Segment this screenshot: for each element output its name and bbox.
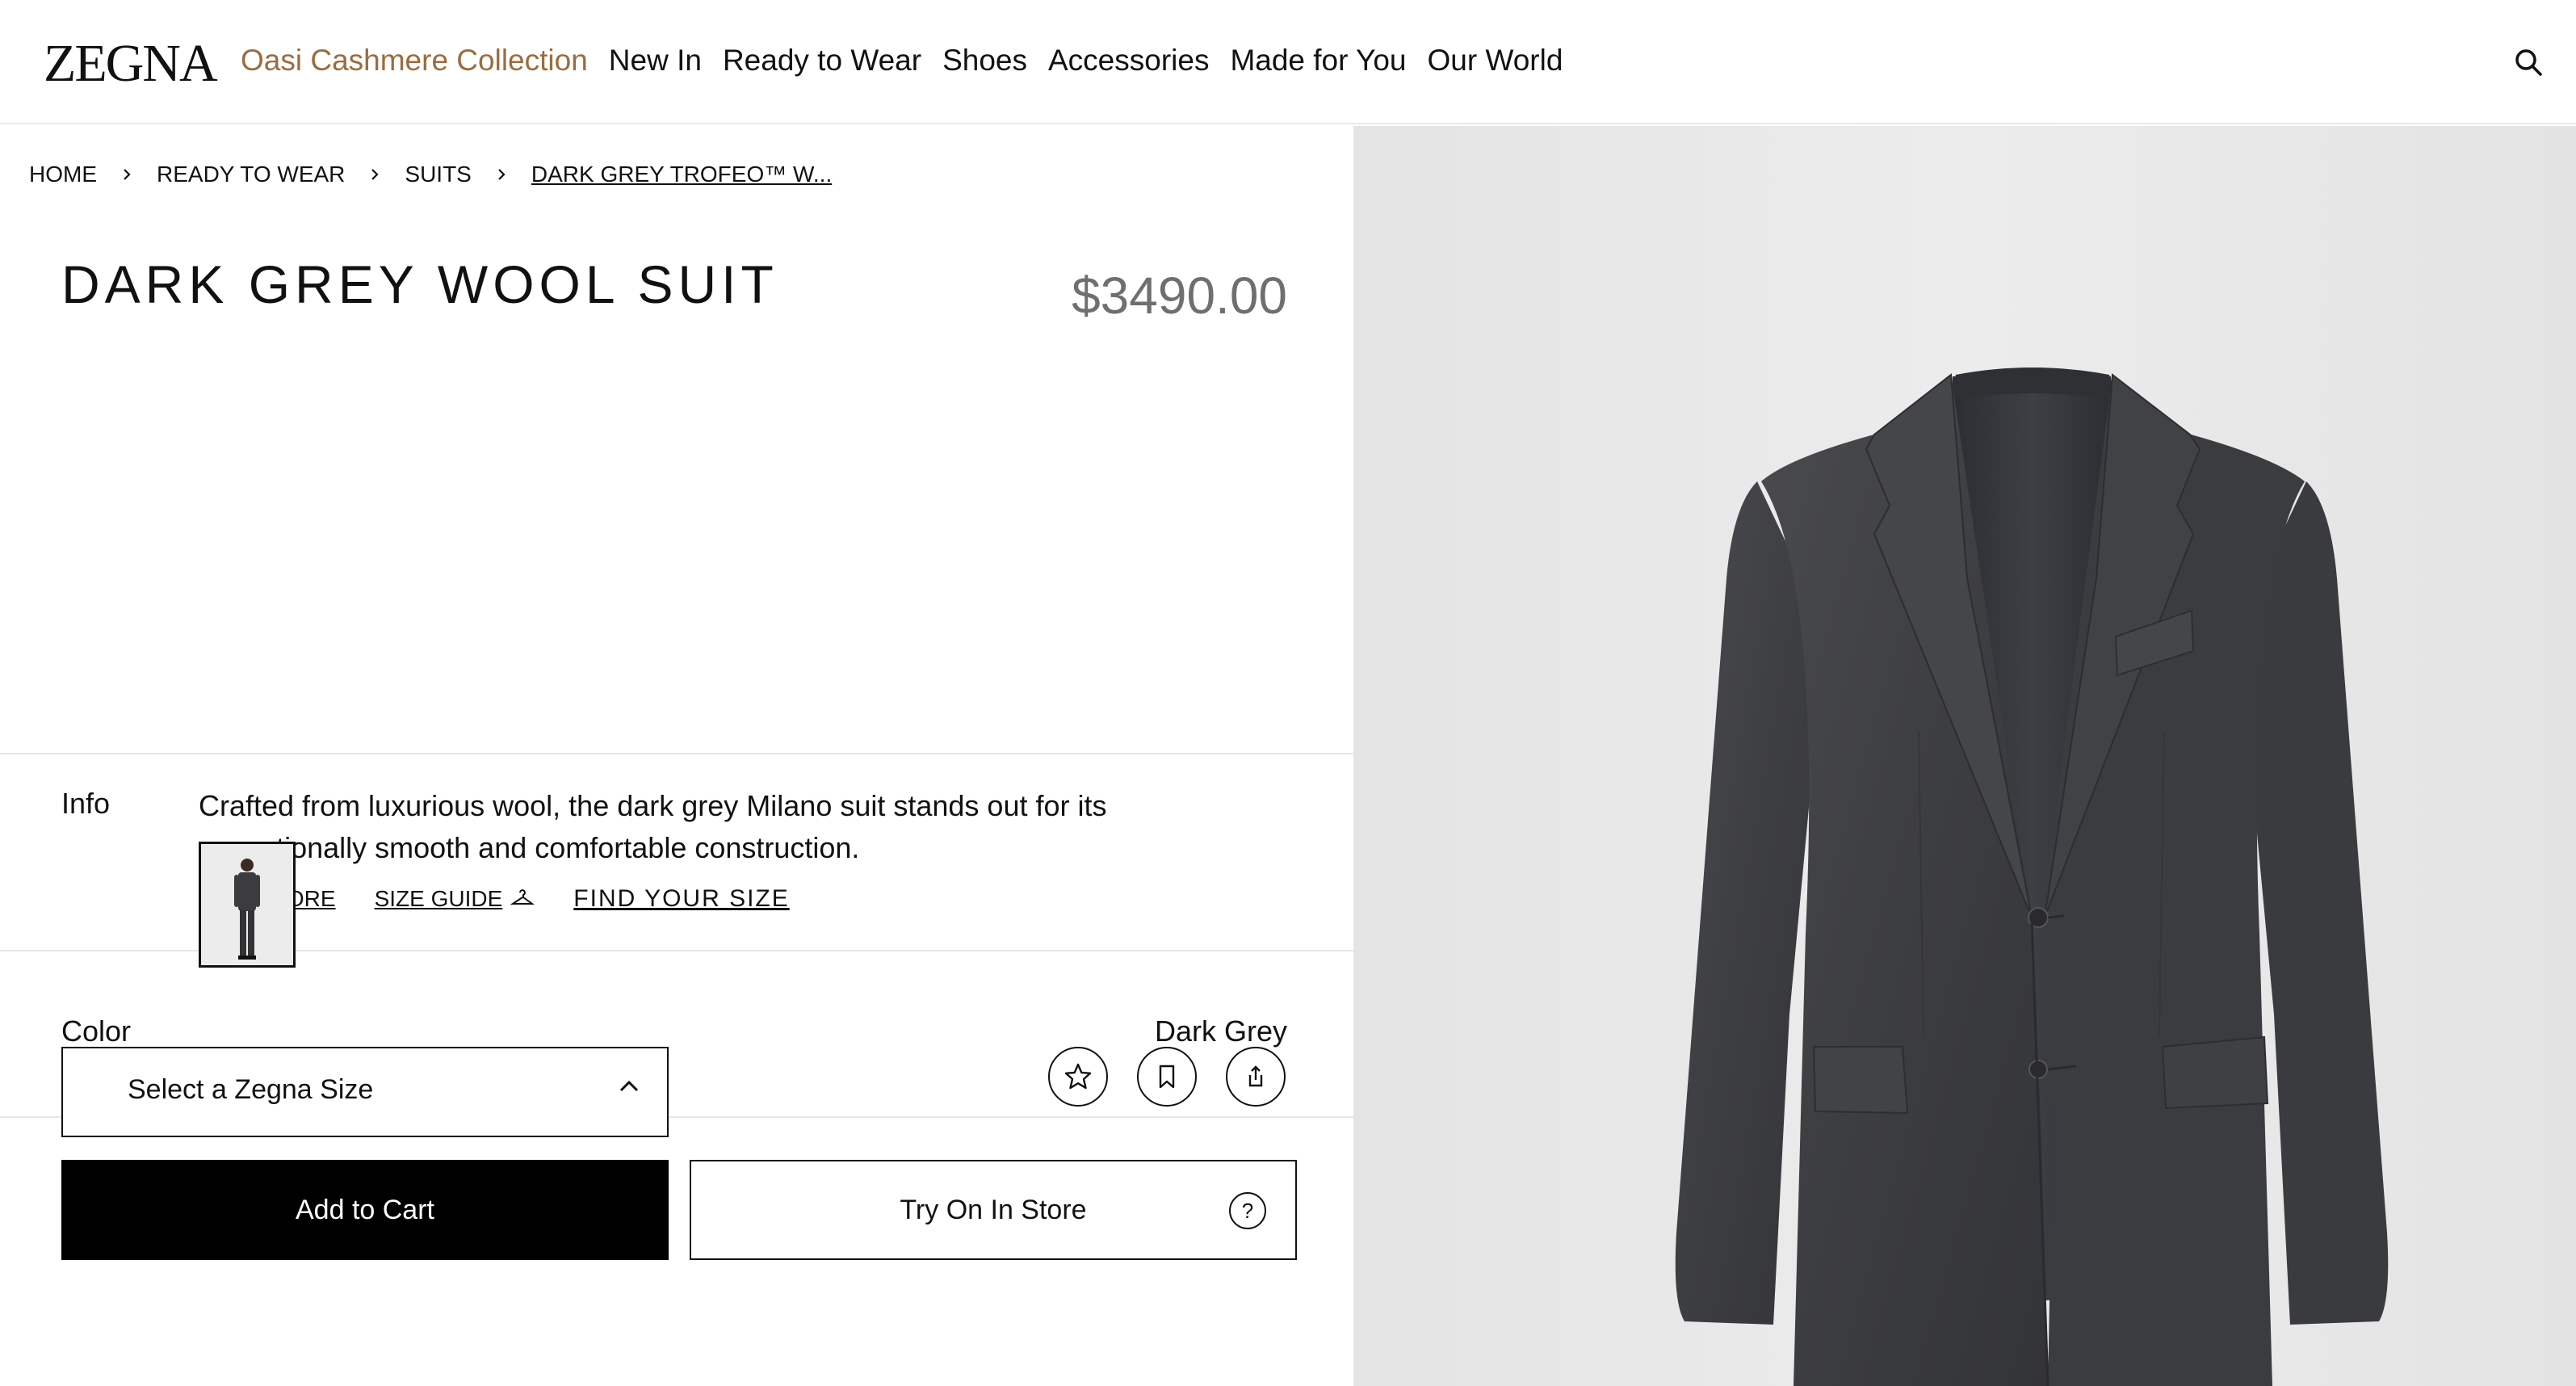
suit-jacket-image [1353, 126, 2576, 1386]
breadcrumb-current[interactable]: DARK GREY TROFEO™ W... [531, 162, 832, 187]
breadcrumb-home[interactable]: HOME [29, 162, 97, 187]
chevron-right-icon [472, 166, 531, 183]
divider [0, 753, 1353, 754]
hanger-icon [510, 887, 535, 912]
size-select[interactable]: Select a Zegna Size [61, 1047, 669, 1137]
nav-our-world[interactable]: Our World [1428, 40, 1563, 81]
breadcrumb-ready-to-wear[interactable]: READY TO WEAR [157, 162, 345, 187]
size-guide[interactable]: SIZE GUIDE [375, 886, 535, 912]
chevron-right-icon [345, 166, 405, 183]
search-icon[interactable] [2511, 45, 2547, 81]
nav-new-in[interactable]: New In [609, 40, 702, 81]
nav-ready-to-wear[interactable]: Ready to Wear [723, 40, 921, 81]
color-label: Color [61, 1014, 132, 1048]
save-button[interactable] [1137, 1047, 1197, 1107]
info-label: Info [61, 787, 111, 820]
favorite-button[interactable] [1048, 1047, 1108, 1107]
breadcrumb-suits[interactable]: SUITS [405, 162, 471, 187]
bookmark-icon [1159, 1065, 1175, 1089]
product-image[interactable] [1353, 126, 2576, 1386]
color-swatch-dark-grey[interactable] [199, 842, 296, 968]
nav-oasi-cashmere[interactable]: Oasi Cashmere Collection [241, 40, 588, 81]
add-to-cart-button[interactable]: Add to Cart [61, 1160, 669, 1260]
share-button[interactable] [1226, 1047, 1286, 1107]
share-icon [1248, 1065, 1263, 1087]
chevron-right-icon [97, 166, 157, 183]
chevron-up-icon [619, 1079, 640, 1098]
find-your-size-link[interactable]: FIND YOUR SIZE [573, 885, 789, 913]
site-header: ZEGNA Oasi Cashmere Collection New In Re… [0, 0, 2576, 124]
selected-color: Dark Grey [1154, 1014, 1287, 1048]
try-on-in-store-button[interactable]: Try On In Store ? [690, 1160, 1297, 1260]
product-price: $3490.00 [1072, 267, 1287, 325]
nav-accessories[interactable]: Accessories [1048, 40, 1209, 81]
zegna-logo[interactable]: ZEGNA [44, 36, 218, 92]
try-on-label: Try On In Store [900, 1194, 1087, 1225]
size-guide-link[interactable]: SIZE GUIDE [375, 886, 503, 912]
product-description: Crafted from luxurious wool, the dark gr… [199, 789, 1107, 864]
model-thumbnail [234, 859, 260, 960]
main-nav: Oasi Cashmere Collection New In Ready to… [241, 40, 1584, 81]
size-select-label: Select a Zegna Size [128, 1074, 374, 1105]
nav-made-for-you[interactable]: Made for You [1230, 40, 1406, 81]
product-title: DARK GREY WOOL SUIT [61, 254, 778, 314]
nav-shoes[interactable]: Shoes [942, 40, 1027, 81]
help-icon[interactable]: ? [1229, 1192, 1266, 1229]
breadcrumb: HOME READY TO WEAR SUITS DARK GREY TROFE… [29, 162, 832, 187]
star-icon [1064, 1063, 1092, 1090]
